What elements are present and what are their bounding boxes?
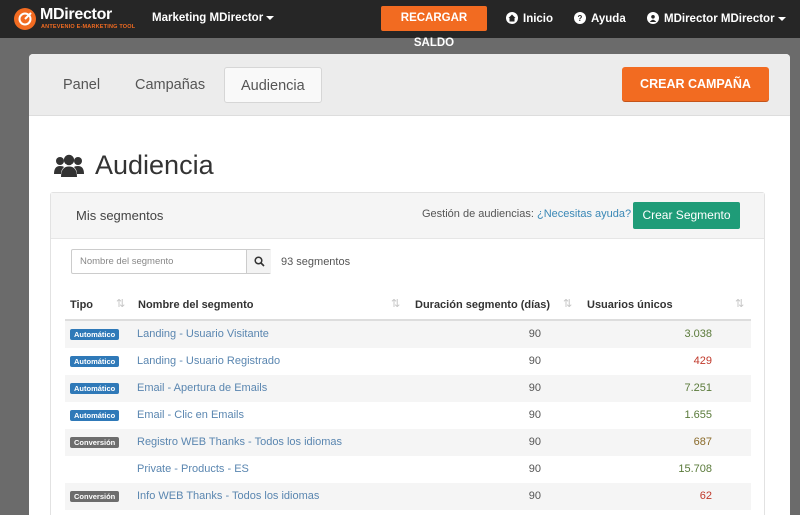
sort-icon[interactable]: ⇅ [735, 297, 744, 310]
tab-audiencia[interactable]: Audiencia [224, 67, 322, 103]
ayuda-link[interactable]: ? Ayuda [574, 12, 626, 25]
table-row[interactable]: Automático Email - Apertura de Emails 90 7.… [65, 375, 751, 402]
table-row[interactable]: Automático Landing - Usuario Visitante 90 3… [65, 321, 751, 348]
users-icon [54, 154, 84, 177]
segment-unique-users: 15.708 [678, 463, 712, 475]
segment-unique-users: 3.038 [684, 328, 712, 340]
chevron-down-icon [777, 16, 786, 21]
segments-panel-header: Mis segmentos Gestión de audiencias: ¿Ne… [51, 193, 764, 239]
segment-duration: 90 [528, 436, 541, 448]
segment-duration: 90 [528, 382, 541, 394]
sort-icon[interactable]: ⇅ [116, 297, 125, 310]
mdirector-logo[interactable]: MDirector ANTEVENIO E-MARKETING TOOL [14, 6, 136, 34]
inicio-link[interactable]: Inicio [506, 12, 553, 25]
table-row[interactable]: Automático Email - Clic en Emails 90 1.655 [65, 402, 751, 429]
col-header-usuarios[interactable]: Usuarios únicos [587, 299, 673, 311]
help-icon: ? [574, 12, 586, 24]
segment-type-badge: Conversión [70, 437, 120, 448]
segment-duration: 90 [528, 355, 541, 367]
segment-unique-users: 7.251 [684, 382, 712, 394]
logo-tagline: ANTEVENIO E-MARKETING TOOL [41, 24, 136, 30]
recargar-saldo-button[interactable]: RECARGAR SALDO [381, 6, 487, 49]
ayuda-label: Ayuda [591, 13, 626, 25]
search-icon [254, 256, 265, 267]
table-row[interactable]: Conversión Info WEB Thanks - Todos los id… [65, 483, 751, 510]
chevron-down-icon [266, 15, 275, 20]
segment-name-link[interactable]: Info WEB Thanks - Todos los idiomas [137, 490, 319, 502]
segment-unique-users: 687 [693, 436, 712, 448]
logo-mark-icon [14, 8, 36, 30]
segment-duration: 90 [528, 490, 541, 502]
logo-name: MDirector [40, 6, 112, 23]
segment-search [71, 249, 271, 274]
crear-segmento-button[interactable]: Crear Segmento [633, 202, 740, 229]
segment-unique-users: 62 [699, 490, 712, 502]
crear-campana-button[interactable]: CREAR CAMPAÑA [622, 67, 769, 101]
sort-icon[interactable]: ⇅ [391, 297, 400, 310]
table-row[interactable]: Automático Landing - Usuario Registrado 90… [65, 348, 751, 375]
table-row[interactable]: Private - Products - ES 90 15.708 [65, 456, 751, 483]
segment-type-badge: Automático [70, 329, 120, 340]
search-button[interactable] [246, 250, 271, 273]
user-menu-label: MDirector MDirector [664, 13, 775, 25]
segment-name-link[interactable]: Landing - Usuario Registrado [137, 355, 280, 367]
tab-panel[interactable]: Panel [47, 67, 116, 103]
segment-duration: 90 [528, 409, 541, 421]
tab-campanas[interactable]: Campañas [119, 67, 221, 103]
user-icon [647, 12, 659, 24]
segment-type-badge: Automático [70, 356, 120, 367]
segment-type-badge: Automático [70, 383, 120, 394]
segment-name-link[interactable]: Email - Clic en Emails [137, 409, 244, 421]
gestion-audiencias: Gestión de audiencias: ¿Necesitas ayuda? [422, 208, 631, 220]
panel-title: Mis segmentos [76, 208, 164, 223]
segment-unique-users: 1.655 [684, 409, 712, 421]
inicio-label: Inicio [523, 13, 554, 25]
segment-type-badge: Automático [70, 410, 120, 421]
home-icon [506, 12, 518, 24]
segment-duration: 90 [528, 328, 541, 340]
segment-name-link[interactable]: Private - Products - ES [137, 463, 249, 475]
account-menu-label: Marketing MDirector [152, 12, 264, 24]
segment-name-link[interactable]: Registro WEB Thanks - Todos los idiomas [137, 436, 342, 448]
segment-unique-users: 429 [693, 355, 712, 367]
segments-panel: Mis segmentos Gestión de audiencias: ¿Ne… [50, 192, 765, 515]
segment-search-input[interactable] [72, 250, 245, 273]
account-menu[interactable]: Marketing MDirector [152, 12, 275, 24]
user-menu[interactable]: MDirector MDirector [647, 12, 786, 25]
section-tabs: Panel Campañas Audiencia CREAR CAMPAÑA [29, 54, 790, 116]
help-link[interactable]: ¿Necesitas ayuda? [537, 208, 631, 220]
col-header-nombre[interactable]: Nombre del segmento [138, 299, 254, 311]
table-row[interactable]: Conversión Registro WEB Thanks - Todos lo… [65, 429, 751, 456]
col-header-duracion[interactable]: Duración segmento (días) [415, 299, 550, 311]
gestion-label: Gestión de audiencias: [422, 208, 534, 220]
segment-type-badge: Conversión [70, 491, 120, 502]
segment-name-link[interactable]: Email - Apertura de Emails [137, 382, 267, 394]
page-title: Audiencia [95, 150, 214, 180]
segment-duration: 90 [528, 463, 541, 475]
segment-count: 93 segmentos [281, 256, 351, 268]
segment-name-link[interactable]: Landing - Usuario Visitante [137, 328, 269, 340]
sort-icon[interactable]: ⇅ [563, 297, 572, 310]
svg-text:?: ? [578, 14, 583, 22]
main-card: Panel Campañas Audiencia CREAR CAMPAÑA A… [29, 54, 790, 515]
top-navbar: MDirector ANTEVENIO E-MARKETING TOOL Mar… [0, 0, 800, 49]
col-header-tipo[interactable]: Tipo [70, 299, 93, 311]
